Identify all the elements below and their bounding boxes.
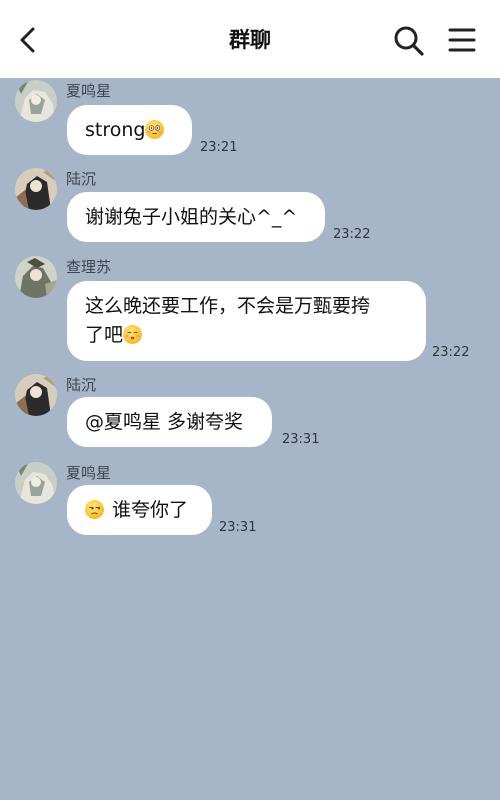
- avatar[interactable]: [15, 256, 57, 298]
- unamused-face-emoji-icon: [85, 500, 104, 519]
- message-bubble[interactable]: 谢谢兔子小姐的关心^_^: [67, 192, 325, 242]
- chat-message: 陆沉 @夏鸣星 多谢夸奖 23:31: [0, 372, 500, 454]
- message-time: 23:22: [432, 345, 470, 360]
- chat-message: 查理苏 这么晚还要工作，不会是万甄要挎 了吧 23:22: [0, 254, 500, 364]
- message-text: 谢谢兔子小姐的关心^_^: [85, 206, 298, 228]
- message-time: 23:31: [282, 432, 320, 447]
- message-time: 23:31: [219, 520, 257, 535]
- shushing-face-emoji-icon: [123, 325, 143, 344]
- sender-name: 夏鸣星: [66, 464, 112, 482]
- message-time: 23:21: [200, 140, 238, 155]
- sender-name: 陆沉: [66, 170, 97, 188]
- top-bar: 群聊: [0, 0, 500, 78]
- message-time: 23:22: [333, 227, 371, 242]
- message-text: 谁夸你了: [112, 499, 189, 521]
- avatar[interactable]: [15, 374, 57, 416]
- chat-message: 陆沉 谢谢兔子小姐的关心^_^ 23:22: [0, 166, 500, 248]
- message-bubble[interactable]: strong: [67, 105, 192, 155]
- sender-name: 夏鸣星: [66, 82, 112, 100]
- message-text: strong: [85, 119, 146, 141]
- avatar[interactable]: [15, 80, 57, 122]
- message-bubble[interactable]: 谁夸你了: [67, 485, 212, 535]
- flushed-face-emoji-icon: [145, 120, 165, 139]
- chat-message: 夏鸣星 谁夸你了 23:31: [0, 460, 500, 542]
- message-text: @夏鸣星 多谢夸奖: [85, 411, 244, 433]
- search-icon[interactable]: [392, 24, 426, 58]
- sender-name: 查理苏: [66, 258, 112, 276]
- message-bubble[interactable]: @夏鸣星 多谢夸奖: [67, 397, 272, 447]
- chat-message: 夏鸣星 strong 23:21: [0, 78, 500, 160]
- avatar[interactable]: [15, 168, 57, 210]
- sender-name: 陆沉: [66, 376, 97, 394]
- message-bubble[interactable]: 这么晚还要工作，不会是万甄要挎 了吧: [67, 281, 426, 361]
- menu-icon[interactable]: [446, 24, 478, 56]
- avatar[interactable]: [15, 462, 57, 504]
- message-text-line: 了吧: [85, 324, 124, 346]
- message-text-line: 这么晚还要工作，不会是万甄要挎: [85, 295, 371, 317]
